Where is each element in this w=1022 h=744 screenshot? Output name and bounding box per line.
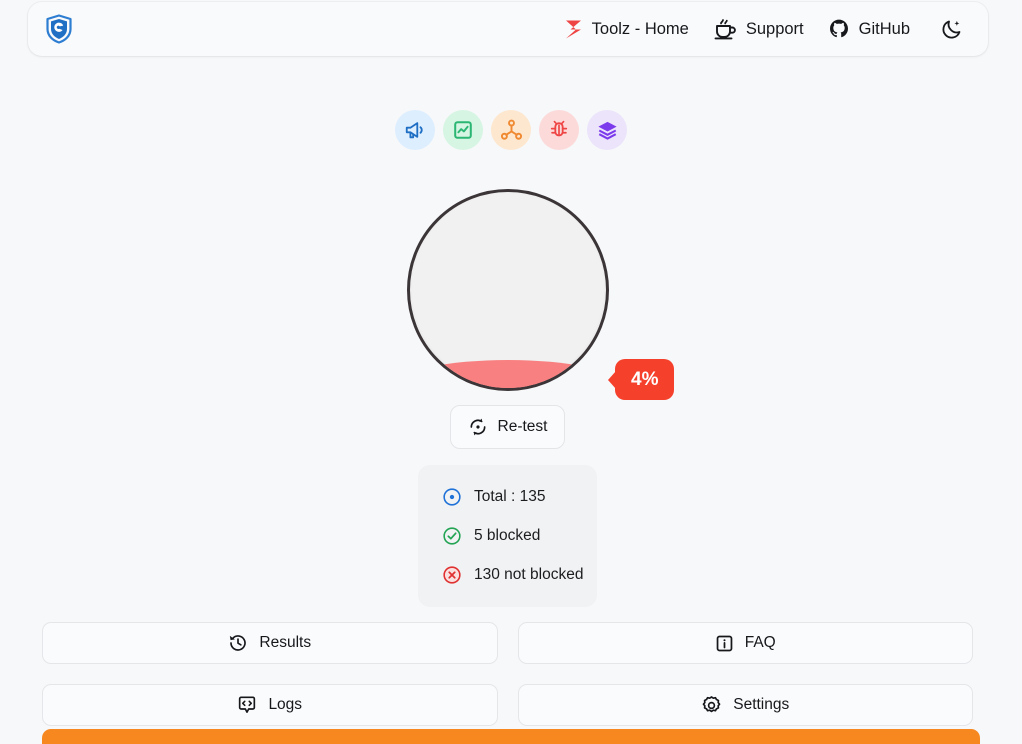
code-bubble-icon bbox=[237, 695, 257, 715]
check-circle-icon bbox=[442, 526, 462, 546]
top-header-bar: Toolz - Home Support GitHub bbox=[28, 2, 988, 56]
stats-summary-card: Total : 135 5 blocked 130 not blocked bbox=[418, 465, 597, 607]
feature-icon-row bbox=[0, 110, 1022, 150]
retest-label: Re-test bbox=[497, 418, 548, 435]
history-clock-icon bbox=[228, 633, 248, 653]
gauge-liquid-front bbox=[410, 360, 606, 388]
feature-chip-trackers[interactable] bbox=[491, 110, 531, 150]
logs-button[interactable]: Logs bbox=[42, 684, 498, 726]
bottom-orange-bar[interactable] bbox=[42, 729, 980, 744]
github-icon bbox=[828, 18, 850, 40]
moon-star-icon bbox=[940, 18, 963, 41]
nav-label-toolz-home: Toolz - Home bbox=[591, 19, 689, 38]
faq-label: FAQ bbox=[744, 634, 776, 651]
stat-label-total: Total : 135 bbox=[474, 488, 546, 505]
nav-label-support: Support bbox=[745, 19, 804, 38]
feature-chip-ads[interactable] bbox=[395, 110, 435, 150]
faq-button[interactable]: FAQ bbox=[517, 622, 973, 664]
nav-label-github: GitHub bbox=[858, 19, 910, 38]
header-nav: Toolz - Home Support GitHub bbox=[552, 10, 970, 48]
stat-row-total: Total : 135 bbox=[442, 487, 597, 507]
coffee-cup-icon bbox=[713, 18, 737, 40]
bug-icon bbox=[548, 119, 570, 141]
toolz-z-logo-icon bbox=[564, 19, 583, 40]
nav-item-support[interactable]: Support bbox=[701, 12, 816, 46]
gear-icon bbox=[701, 695, 722, 716]
nav-item-toolz-home[interactable]: Toolz - Home bbox=[552, 13, 701, 46]
gauge-percent-badge: 4% bbox=[615, 359, 675, 400]
settings-label: Settings bbox=[733, 696, 790, 713]
circle-dot-icon bbox=[442, 487, 462, 507]
gauge-circle bbox=[407, 189, 609, 391]
x-circle-icon bbox=[442, 565, 462, 585]
info-square-icon bbox=[715, 634, 734, 653]
results-label: Results bbox=[259, 634, 312, 651]
stat-label-blocked: 5 blocked bbox=[474, 527, 541, 544]
action-button-grid: Results FAQ Logs Settings bbox=[42, 622, 973, 726]
stat-label-not-blocked: 130 not blocked bbox=[474, 566, 584, 583]
results-button[interactable]: Results bbox=[42, 622, 498, 664]
nav-item-github[interactable]: GitHub bbox=[816, 12, 922, 46]
megaphone-icon bbox=[404, 119, 426, 141]
feature-chip-malware[interactable] bbox=[539, 110, 579, 150]
stat-row-not-blocked: 130 not blocked bbox=[442, 565, 597, 585]
chart-frame-icon bbox=[452, 119, 474, 141]
retest-button[interactable]: Re-test bbox=[450, 405, 565, 449]
blocking-rate-gauge: 4% bbox=[407, 189, 675, 400]
shield-logo-icon[interactable] bbox=[42, 12, 76, 46]
feature-chip-analytics[interactable] bbox=[443, 110, 483, 150]
feature-chip-other[interactable] bbox=[587, 110, 627, 150]
refresh-dot-icon bbox=[468, 417, 488, 437]
network-nodes-icon bbox=[500, 119, 523, 142]
settings-button[interactable]: Settings bbox=[517, 684, 973, 726]
layers-icon bbox=[596, 119, 619, 142]
logs-label: Logs bbox=[268, 696, 303, 713]
theme-toggle-button[interactable] bbox=[932, 10, 970, 48]
stat-row-blocked: 5 blocked bbox=[442, 526, 597, 546]
